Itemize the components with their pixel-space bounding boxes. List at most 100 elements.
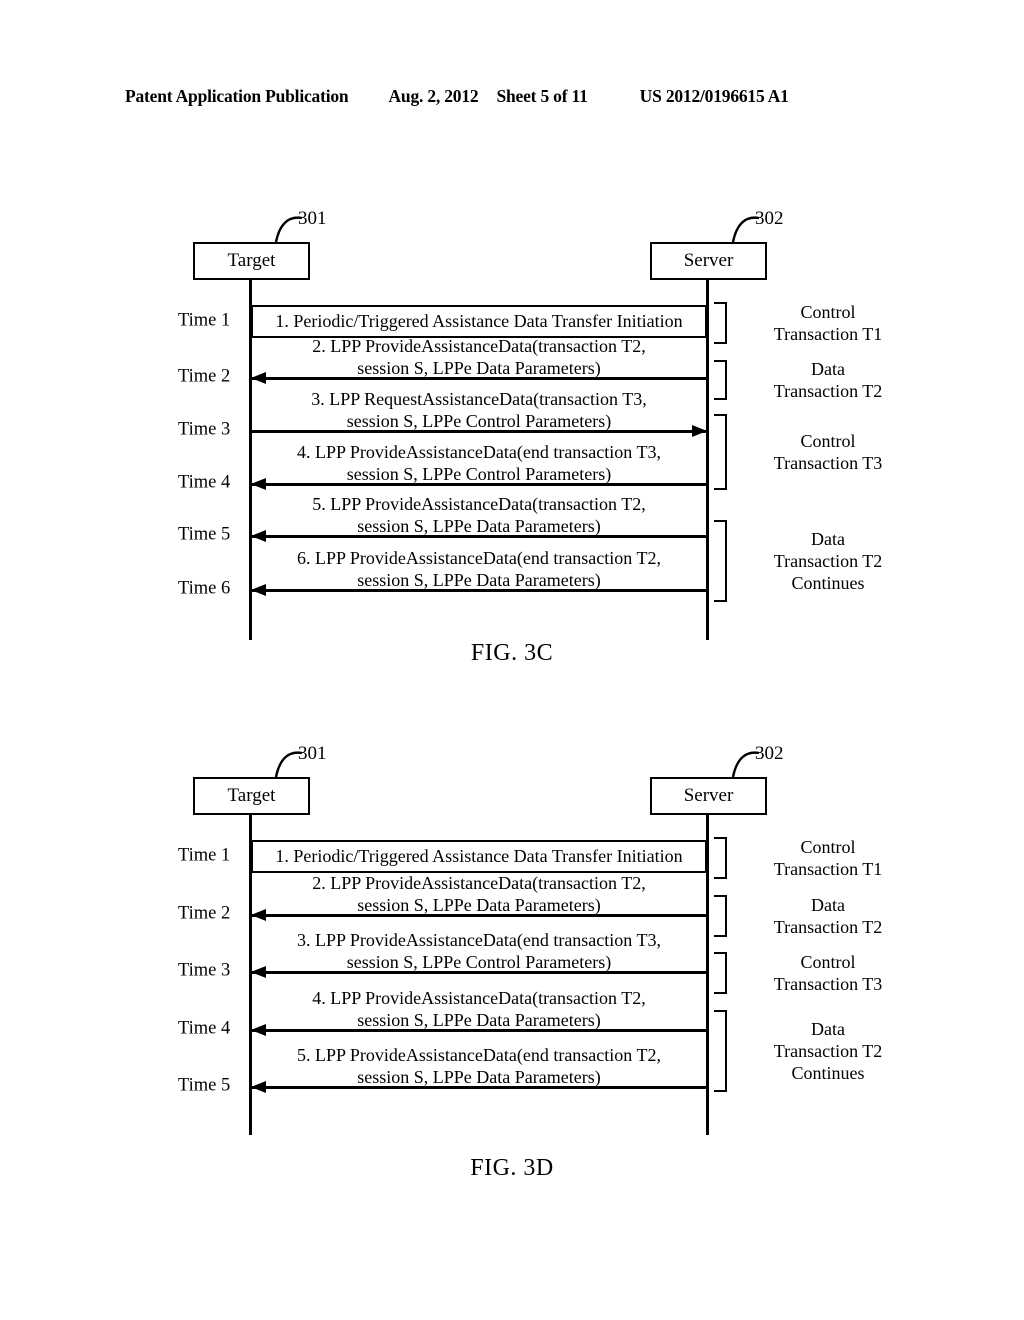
message-arrowhead-left-2 <box>251 909 266 921</box>
transaction-bracket-label-2: Data Transaction T2 <box>733 894 923 938</box>
transaction-bracket-label-1-line2: Transaction T1 <box>773 324 883 344</box>
transaction-bracket-label-1-line1: Control <box>800 302 856 322</box>
transaction-bracket-label-4-line2: Transaction T2 <box>773 551 883 571</box>
transaction-bracket-label-2-line2: Transaction T2 <box>773 917 883 937</box>
message-arrowhead-left-3 <box>251 966 266 978</box>
message-text-5: 5. LPP ProvideAssistanceData(transaction… <box>251 493 707 537</box>
message-text-3: 3. LPP ProvideAssistanceData(end transac… <box>251 929 707 973</box>
reference-numeral-301: 301 <box>298 208 327 229</box>
message-text-6: 6. LPP ProvideAssistanceData(end transac… <box>251 547 707 591</box>
message-arrowhead-left-5 <box>251 530 266 542</box>
message-text-4: 4. LPP ProvideAssistanceData(end transac… <box>251 441 707 485</box>
figure-3d: Target 301 Server 302 Time 1 1. Periodic/Trig… <box>0 735 1024 1205</box>
time-label-4: Time 4 <box>178 472 231 493</box>
transaction-bracket-label-4-line1: Data <box>811 1019 845 1039</box>
message-arrow-shaft-5 <box>251 1086 707 1089</box>
message-text-3: 3. LPP RequestAssistanceData(transaction… <box>251 388 707 432</box>
time-label-1: Time 1 <box>178 845 231 866</box>
message-text-line2-3: session S, LPPe Control Parameters) <box>346 952 612 972</box>
transaction-bracket-1 <box>714 302 727 344</box>
message-text-2: 2. LPP ProvideAssistanceData(transaction… <box>251 335 707 379</box>
figure-3c-caption: FIG. 3C <box>470 640 554 666</box>
message-text-line2-5: session S, LPPe Data Parameters) <box>357 516 601 536</box>
message-arrow-shaft-3 <box>251 971 707 974</box>
message-arrowhead-right-3 <box>692 425 707 437</box>
transaction-bracket-label-3-line2: Transaction T3 <box>773 974 883 994</box>
message-arrowhead-left-6 <box>251 584 266 596</box>
node-box-server[interactable]: Server <box>650 242 767 280</box>
message-box-1[interactable]: 1. Periodic/Triggered Assistance Data Tr… <box>251 305 707 338</box>
transaction-bracket-label-3-line1: Control <box>800 952 856 972</box>
header-sheet-number: Sheet 5 of 11 <box>496 86 588 106</box>
message-text-line2-2: session S, LPPe Data Parameters) <box>357 895 601 915</box>
transaction-bracket-3 <box>714 414 727 490</box>
transaction-bracket-4 <box>714 1010 727 1092</box>
figure-3c: Target 301 Server 302 Time 1 1. Periodic/Trig… <box>0 200 1024 700</box>
message-text-4: 4. LPP ProvideAssistanceData(transaction… <box>251 987 707 1031</box>
header-date: Aug. 2, 2012 <box>388 86 479 106</box>
transaction-bracket-label-3-line2: Transaction T3 <box>773 453 883 473</box>
message-text-line2-4: session S, LPPe Data Parameters) <box>357 1010 601 1030</box>
message-text-line2-6: session S, LPPe Data Parameters) <box>357 570 601 590</box>
transaction-bracket-3 <box>714 952 727 994</box>
time-label-2: Time 2 <box>178 366 231 387</box>
message-text-1: 1. Periodic/Triggered Assistance Data Tr… <box>275 311 683 331</box>
transaction-bracket-2 <box>714 895 727 937</box>
transaction-bracket-4 <box>714 520 727 602</box>
transaction-bracket-label-4-line3: Continues <box>791 1063 865 1083</box>
transaction-bracket-label-2-line2: Transaction T2 <box>773 381 883 401</box>
node-box-target[interactable]: Target <box>193 777 310 815</box>
time-label-6: Time 6 <box>178 578 231 599</box>
time-label-3: Time 3 <box>178 960 231 981</box>
figure-3d-caption: FIG. 3D <box>470 1155 554 1181</box>
transaction-bracket-label-1-line2: Transaction T1 <box>773 859 883 879</box>
message-box-1[interactable]: 1. Periodic/Triggered Assistance Data Tr… <box>251 840 707 873</box>
header-publication-title: Patent Application Publication <box>125 86 349 106</box>
message-text-line2-3: session S, LPPe Control Parameters) <box>346 411 612 431</box>
message-text-line2-5: session S, LPPe Data Parameters) <box>357 1067 601 1087</box>
time-label-2: Time 2 <box>178 903 231 924</box>
transaction-bracket-label-4: Data Transaction T2 Continues <box>733 528 923 594</box>
header-patent-number: US 2012/0196615 A1 <box>639 86 789 106</box>
message-arrow-shaft-4 <box>251 1029 707 1032</box>
message-arrow-shaft-3 <box>251 430 707 433</box>
time-label-5: Time 5 <box>178 524 231 545</box>
transaction-bracket-label-4-line3: Continues <box>791 573 865 593</box>
reference-numeral-302: 302 <box>755 208 784 229</box>
message-arrowhead-left-2 <box>251 372 266 384</box>
transaction-bracket-label-4-line2: Transaction T2 <box>773 1041 883 1061</box>
message-text-2: 2. LPP ProvideAssistanceData(transaction… <box>251 872 707 916</box>
transaction-bracket-label-4-line1: Data <box>811 529 845 549</box>
node-label-server: Server <box>683 785 734 806</box>
transaction-bracket-2 <box>714 360 727 400</box>
node-box-target[interactable]: Target <box>193 242 310 280</box>
transaction-bracket-label-1-line1: Control <box>800 837 856 857</box>
message-arrow-shaft-4 <box>251 483 707 486</box>
message-arrow-shaft-2 <box>251 377 707 380</box>
page-header: Patent Application Publication Aug. 2, 2… <box>125 86 900 112</box>
transaction-bracket-label-3-line1: Control <box>800 431 856 451</box>
message-arrowhead-left-4 <box>251 478 266 490</box>
message-text-line2-4: session S, LPPe Control Parameters) <box>346 464 612 484</box>
transaction-bracket-label-2-line1: Data <box>811 895 845 915</box>
transaction-bracket-1 <box>714 837 727 879</box>
reference-numeral-301: 301 <box>298 743 327 764</box>
message-arrow-shaft-2 <box>251 914 707 917</box>
transaction-bracket-label-3: Control Transaction T3 <box>733 430 923 474</box>
reference-numeral-302: 302 <box>755 743 784 764</box>
message-text-5: 5. LPP ProvideAssistanceData(end transac… <box>251 1044 707 1088</box>
time-label-4: Time 4 <box>178 1018 231 1039</box>
transaction-bracket-label-4: Data Transaction T2 Continues <box>733 1018 923 1084</box>
message-text-line2-2: session S, LPPe Data Parameters) <box>357 358 601 378</box>
transaction-bracket-label-2-line1: Data <box>811 359 845 379</box>
transaction-bracket-label-2: Data Transaction T2 <box>733 358 923 402</box>
node-label-target: Target <box>227 250 276 271</box>
sequence-diagram-3d: Target 301 Server 302 Time 1 1. Periodic/Trig… <box>0 735 1024 1185</box>
node-label-target: Target <box>227 785 276 806</box>
message-text-1: 1. Periodic/Triggered Assistance Data Tr… <box>275 846 683 866</box>
transaction-bracket-label-3: Control Transaction T3 <box>733 951 923 995</box>
transaction-bracket-label-1: Control Transaction T1 <box>733 301 923 345</box>
node-box-server[interactable]: Server <box>650 777 767 815</box>
sequence-diagram-3c: Target 301 Server 302 Time 1 1. Periodic/Trig… <box>0 200 1024 650</box>
message-arrowhead-left-5 <box>251 1081 266 1093</box>
